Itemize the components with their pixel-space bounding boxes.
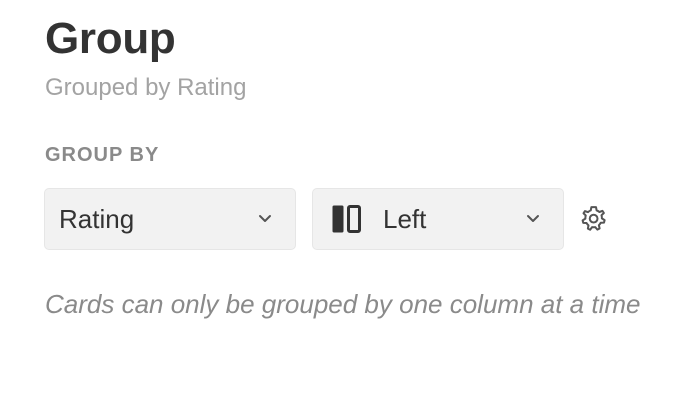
group-by-label: GROUP BY [45,144,160,166]
panel-title: Group [45,14,176,63]
group-help-text: Cards can only be grouped by one column … [45,289,641,319]
group-by-column-value: Rating [59,204,135,234]
gear-icon[interactable] [579,204,609,234]
group-by-column-select[interactable]: Rating [44,188,296,250]
layout-left-icon [332,205,361,233]
group-position-select[interactable]: Left [312,188,564,250]
chevron-down-icon [527,215,539,222]
chevron-down-icon [259,215,271,222]
panel-subtitle: Grouped by Rating [45,74,247,101]
group-position-value: Left [383,204,427,234]
